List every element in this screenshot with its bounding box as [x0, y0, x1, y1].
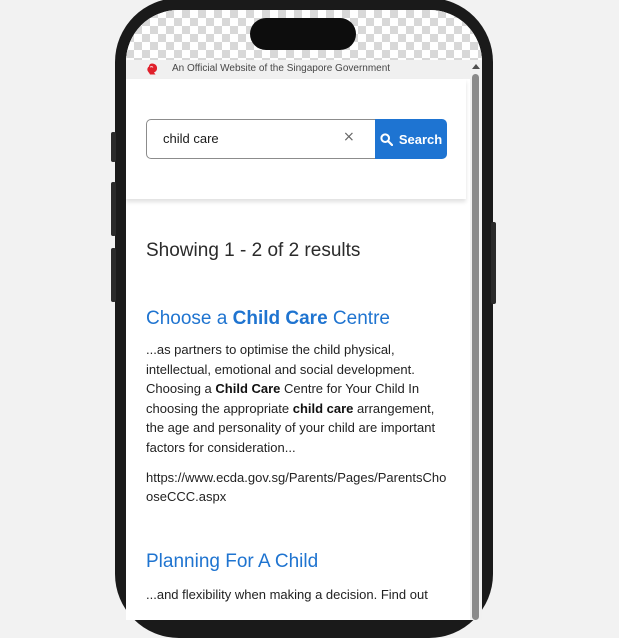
snippet-highlight: Child Care: [215, 381, 281, 397]
result-title-link[interactable]: Choose a Child Care Centre: [146, 306, 451, 332]
search-input[interactable]: child care ×: [146, 119, 378, 159]
phone-action-button: [111, 132, 116, 162]
phone-power-button: [491, 222, 496, 304]
close-icon[interactable]: ×: [343, 129, 355, 145]
result-snippet: ...and flexibility when making a decisio…: [146, 586, 428, 602]
gov-masthead: An Official Website of the Singapore Gov…: [126, 60, 470, 79]
magnifier-icon: [380, 132, 393, 146]
result-title-link[interactable]: Planning For A Child: [146, 549, 451, 575]
search-button-label: Search: [398, 131, 443, 147]
result-url[interactable]: https://www.ecda.gov.sg/Parents/Pages/Pa…: [146, 468, 451, 507]
singapore-lion-icon: [147, 63, 158, 75]
result-title-prefix[interactable]: Choose a: [146, 308, 233, 329]
phone-volume-up-button: [111, 182, 116, 236]
search-button[interactable]: Search: [375, 119, 447, 159]
phone-screen: An Official Website of the Singapore Gov…: [126, 10, 482, 620]
scrollbar-thumb[interactable]: [472, 74, 479, 620]
result-title-highlight[interactable]: Child Care: [233, 308, 328, 329]
scrollbar[interactable]: [470, 60, 482, 620]
search-panel: child care × Search: [126, 79, 466, 199]
result-item: Planning For A Child ...and flexibility …: [146, 549, 451, 605]
results-count: Showing 1 - 2 of 2 results: [146, 240, 361, 261]
results-list: Showing 1 - 2 of 2 results Choose a Chil…: [146, 238, 451, 604]
search-input-value[interactable]: child care: [163, 131, 219, 146]
result-title-suffix[interactable]: Centre: [328, 308, 390, 329]
result-item: Choose a Child Care Centre ...as partner…: [146, 306, 451, 507]
scroll-up-arrow-icon[interactable]: [472, 64, 480, 69]
snippet-highlight: child care: [292, 400, 354, 416]
result-snippet: ...as partners to optimise the child phy…: [146, 340, 451, 458]
phone-volume-down-button: [111, 248, 116, 302]
masthead-text: An Official Website of the Singapore Gov…: [172, 63, 391, 74]
dynamic-island: [250, 18, 356, 50]
